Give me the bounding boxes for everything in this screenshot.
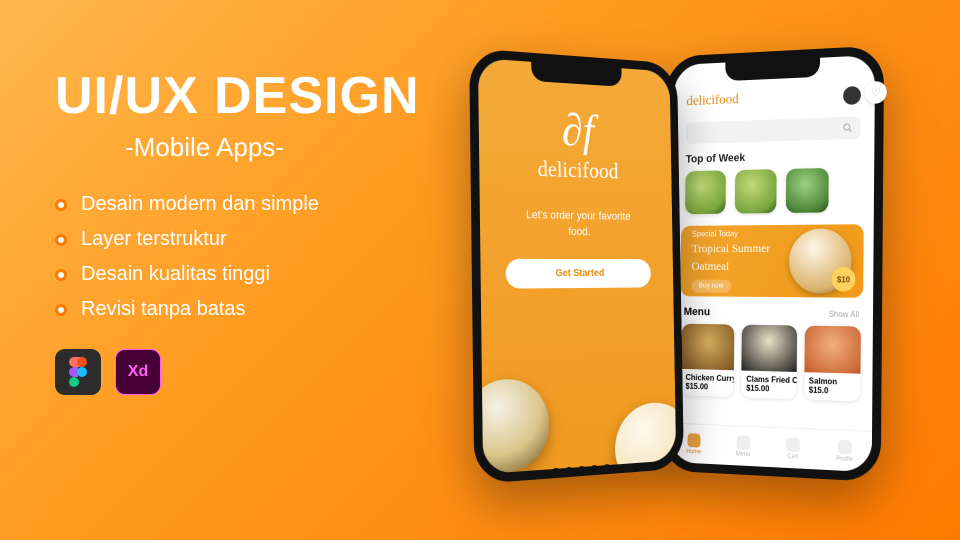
xd-label: Xd	[128, 363, 148, 381]
food-thumb[interactable]	[735, 169, 777, 213]
bullet-dot-icon	[55, 234, 67, 246]
bullet-dot-icon	[55, 304, 67, 316]
banner-buy-button[interactable]: Buy now	[691, 280, 731, 293]
marketing-slide: UI/UX DESIGN -Mobile Apps- Desain modern…	[0, 0, 960, 540]
home-screen: delicifood Top of Week Special Today	[669, 55, 875, 472]
menu-card[interactable]: Salmon $15.0	[804, 326, 861, 402]
top-week-row	[672, 167, 874, 214]
banner-title-line: Tropical Summer	[692, 241, 770, 257]
splash-screen: ∂f delicifood Let's order your favorite …	[478, 58, 676, 474]
favorite-button[interactable]: ♡	[865, 81, 887, 104]
logo-mark-icon: ∂f	[479, 107, 671, 153]
figma-icon	[55, 349, 101, 395]
get-started-button[interactable]: Get Started	[505, 259, 651, 289]
cart-icon	[786, 437, 800, 452]
search-icon	[843, 123, 853, 133]
menu-item-price: $15.0	[804, 385, 861, 401]
menu-row: Chicken Curry $15.00 Clams Fried Curry $…	[670, 324, 873, 402]
banner-title-line: Oatmeal	[692, 259, 770, 275]
feature-text: Revisi tanpa batas	[81, 298, 246, 321]
food-bowl-image	[478, 378, 550, 475]
menu-icon	[736, 435, 749, 450]
home-icon	[687, 433, 700, 447]
adobe-xd-icon: Xd	[115, 349, 161, 395]
feature-text: Desain kualitas tinggi	[81, 263, 270, 286]
tab-home[interactable]: Home	[686, 433, 701, 455]
avatar[interactable]	[843, 86, 861, 105]
bullet-dot-icon	[55, 199, 67, 211]
food-thumb[interactable]	[786, 168, 829, 213]
feature-text: Layer terstruktur	[81, 228, 227, 251]
banner-pretitle: Special Today	[692, 229, 770, 240]
menu-item-price: $15.00	[681, 382, 734, 398]
app-brand: delicifood	[686, 92, 738, 110]
tab-profile[interactable]: Profile	[836, 439, 853, 462]
feature-text: Desain modern dan simple	[81, 193, 319, 216]
menu-header: Menu Show All	[671, 296, 873, 327]
menu-label: Menu	[684, 306, 711, 318]
tab-cart[interactable]: Cart	[786, 437, 800, 460]
profile-icon	[838, 439, 852, 454]
banner-text: Special Today Tropical Summer Oatmeal Bu…	[691, 229, 770, 294]
bottom-tab-bar: Home Menu Cart Profile	[669, 423, 872, 473]
tab-menu[interactable]: Menu	[736, 435, 750, 458]
promo-banner[interactable]: Special Today Tropical Summer Oatmeal Bu…	[680, 224, 863, 298]
splash-tagline: Let's order your favorite food.	[480, 207, 673, 242]
food-bowl-image	[614, 401, 676, 474]
phone-mockup-splash: ∂f delicifood Let's order your favorite …	[469, 48, 684, 484]
menu-food-image	[804, 326, 861, 374]
menu-item-price: $15.00	[741, 383, 796, 399]
phone-mockup-home: ♡ delicifood Top of Week	[661, 45, 884, 482]
phone-mockups: ♡ delicifood Top of Week	[465, 55, 905, 515]
bullet-dot-icon	[55, 269, 67, 281]
food-thumb[interactable]	[685, 170, 726, 214]
show-all-link[interactable]: Show All	[829, 309, 859, 319]
price-badge: $10	[832, 267, 856, 292]
menu-card[interactable]: Chicken Curry $15.00	[681, 324, 735, 398]
menu-food-image	[681, 324, 735, 371]
food-decoration	[478, 333, 676, 474]
splash-brand: delicifood	[479, 153, 671, 185]
menu-food-image	[742, 325, 797, 372]
menu-card[interactable]: Clams Fried Curry $15.00	[741, 325, 796, 400]
beans-decoration	[550, 440, 615, 474]
